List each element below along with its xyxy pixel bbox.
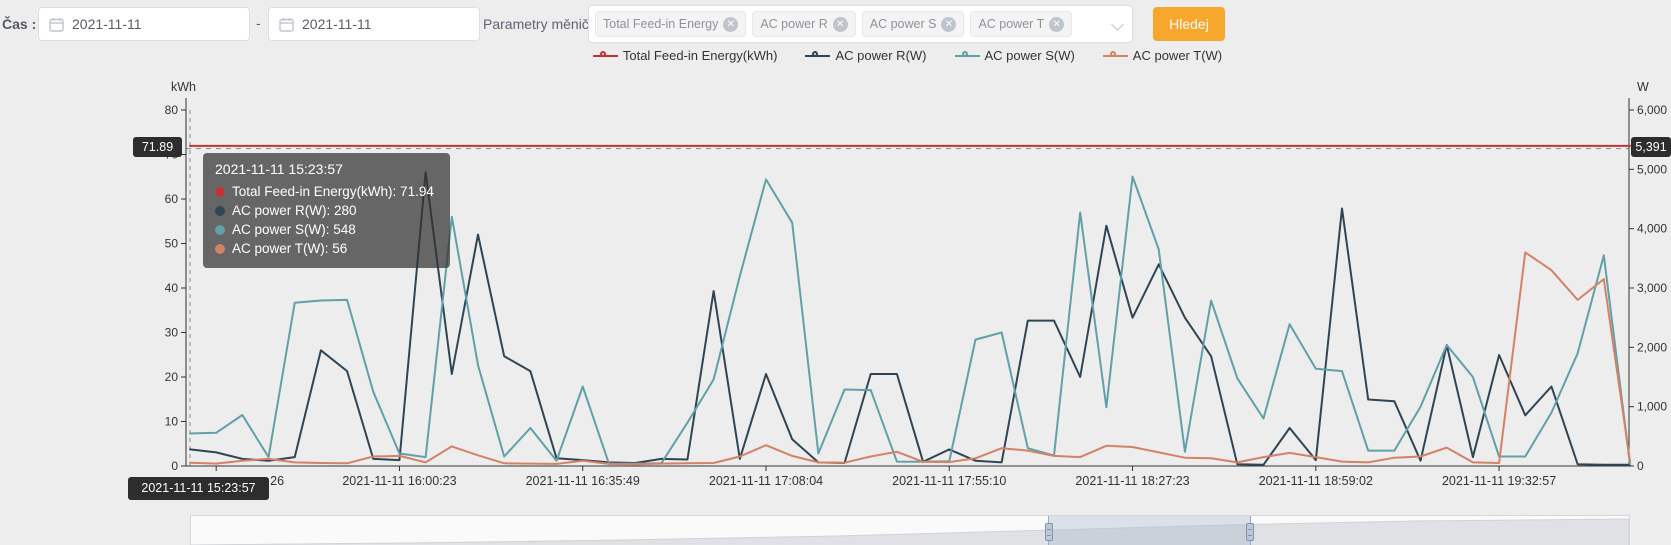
select-tag-label: AC power T — [978, 17, 1045, 31]
axis-tick-label: 1,000 — [1637, 400, 1667, 414]
x-axis-tick-label: 2021-11-11 17:08:04 — [709, 474, 823, 488]
y-axis-right-name: W — [1637, 80, 1649, 94]
select-tag[interactable]: AC power T ✕ — [970, 11, 1073, 37]
select-tag[interactable]: Total Feed-in Energy ✕ — [595, 11, 747, 37]
legend-item[interactable]: AC power T(W) — [1102, 48, 1223, 63]
axis-tick-label: 20 — [165, 370, 179, 384]
x-axis-tick-label: 2021-11-11 18:27:23 — [1075, 474, 1189, 488]
legend-line-icon — [954, 50, 980, 62]
select-tag-label: AC power S — [869, 17, 937, 31]
axis-tick-label: 6,000 — [1637, 103, 1667, 117]
calendar-icon — [49, 17, 64, 32]
axis-tick-label: 80 — [165, 103, 179, 117]
legend-item-label: AC power S(W) — [984, 48, 1075, 63]
date-range-separator: - — [256, 15, 261, 31]
legend-line-icon — [592, 50, 618, 62]
chevron-down-icon[interactable] — [1111, 18, 1124, 31]
tooltip-item: AC power T(W): 56 — [215, 241, 438, 256]
legend-item[interactable]: Total Feed-in Energy(kWh) — [592, 48, 778, 63]
datazoom-window[interactable] — [1045, 516, 1254, 545]
axis-tick-label: 0 — [1637, 459, 1644, 473]
datazoom-slider[interactable] — [190, 515, 1630, 545]
legend-item-label: AC power T(W) — [1132, 48, 1223, 63]
time-label: Čas : — [2, 16, 37, 32]
tooltip-series-dot — [215, 205, 225, 216]
select-tag[interactable]: AC power R ✕ — [752, 11, 856, 37]
axis-tick-label: 3,000 — [1637, 281, 1667, 295]
x-axis-tick-label: 26 — [270, 474, 284, 488]
y-axis-left-name: kWh — [171, 80, 196, 94]
date-to-value: 2021-11-11 — [302, 16, 372, 32]
legend-line-icon — [805, 50, 831, 62]
datazoom-shadow — [191, 518, 1629, 545]
tag-close-icon[interactable]: ✕ — [723, 16, 739, 32]
tooltip-series-dot — [215, 186, 225, 197]
calendar-icon — [279, 17, 294, 32]
legend-item-label: AC power R(W) — [835, 48, 927, 63]
date-to-input[interactable]: 2021-11-11 — [268, 7, 480, 41]
param-label: Parametry měniče: — [483, 16, 601, 32]
tooltip-item: Total Feed-in Energy(kWh): 71.94 — [215, 184, 438, 199]
select-tag-label: Total Feed-in Energy — [603, 17, 719, 31]
x-axis-tick-label: 2021-11-11 16:35:49 — [526, 474, 640, 488]
tooltip-item: AC power R(W): 280 — [215, 203, 438, 218]
series-line-ac-power-t-w- — [189, 251, 1631, 466]
tooltip-item: AC power S(W): 548 — [215, 222, 438, 237]
x-axis-tick-label: 2021-11-11 19:32:57 — [1442, 474, 1556, 488]
tooltip-title: 2021-11-11 15:23:57 — [215, 161, 343, 177]
axis-tick-label: 10 — [165, 415, 179, 429]
axis-tick-label: 60 — [165, 192, 179, 206]
chart-legend: Total Feed-in Energy(kWh) AC power R(W) AC… — [186, 48, 1629, 63]
legend-line-icon — [1102, 50, 1128, 62]
legend-item[interactable]: AC power R(W) — [805, 48, 927, 63]
x-axis-tick-label: 2021-11-11 17:55:10 — [892, 474, 1006, 488]
axis-pointer-right-label: 5,391 — [1631, 137, 1671, 157]
x-axis-tick-label: 2021-11-11 18:59:02 — [1259, 474, 1373, 488]
x-axis-tick-label: 2021-11-11 16:00:23 — [342, 474, 456, 488]
legend-item[interactable]: AC power S(W) — [954, 48, 1075, 63]
axis-tick-label: 40 — [165, 281, 179, 295]
datazoom-right-handle[interactable] — [1245, 523, 1254, 541]
tooltip-series-dot — [215, 243, 225, 254]
param-select[interactable]: Total Feed-in Energy ✕ AC power R ✕ AC power… — [588, 5, 1133, 43]
select-tag-label: AC power R — [760, 17, 828, 31]
legend-item-label: Total Feed-in Energy(kWh) — [622, 48, 778, 63]
tag-close-icon[interactable]: ✕ — [1049, 16, 1065, 32]
datazoom-left-handle[interactable] — [1045, 523, 1054, 541]
axis-tick-label: 30 — [165, 326, 179, 340]
date-from-value: 2021-11-11 — [72, 16, 142, 32]
tooltip-series-dot — [215, 224, 225, 235]
search-button[interactable]: Hledej — [1153, 7, 1225, 41]
axis-pointer-left-label: 71.89 — [133, 137, 182, 157]
select-tag[interactable]: AC power S ✕ — [861, 11, 965, 37]
axis-tick-label: 4,000 — [1637, 222, 1667, 236]
axis-tick-label: 5,000 — [1637, 162, 1667, 176]
page: { "controls": { "time_label": "Čas :", "… — [0, 0, 1671, 545]
axis-pointer-x-label: 2021-11-11 15:23:57 — [128, 477, 269, 500]
axis-tick-label: 2,000 — [1637, 340, 1667, 354]
axis-tick-label: 0 — [171, 459, 178, 473]
tag-close-icon[interactable]: ✕ — [941, 16, 957, 32]
chart-canvas[interactable]: kWhW0102030405060708001,0002,0003,0004,0… — [0, 75, 1671, 515]
date-from-input[interactable]: 2021-11-11 — [38, 7, 250, 41]
tag-close-icon[interactable]: ✕ — [832, 16, 848, 32]
axis-tick-label: 50 — [165, 237, 179, 251]
chart-tooltip: 2021-11-11 15:23:57 Total Feed-in Energy… — [203, 153, 450, 268]
